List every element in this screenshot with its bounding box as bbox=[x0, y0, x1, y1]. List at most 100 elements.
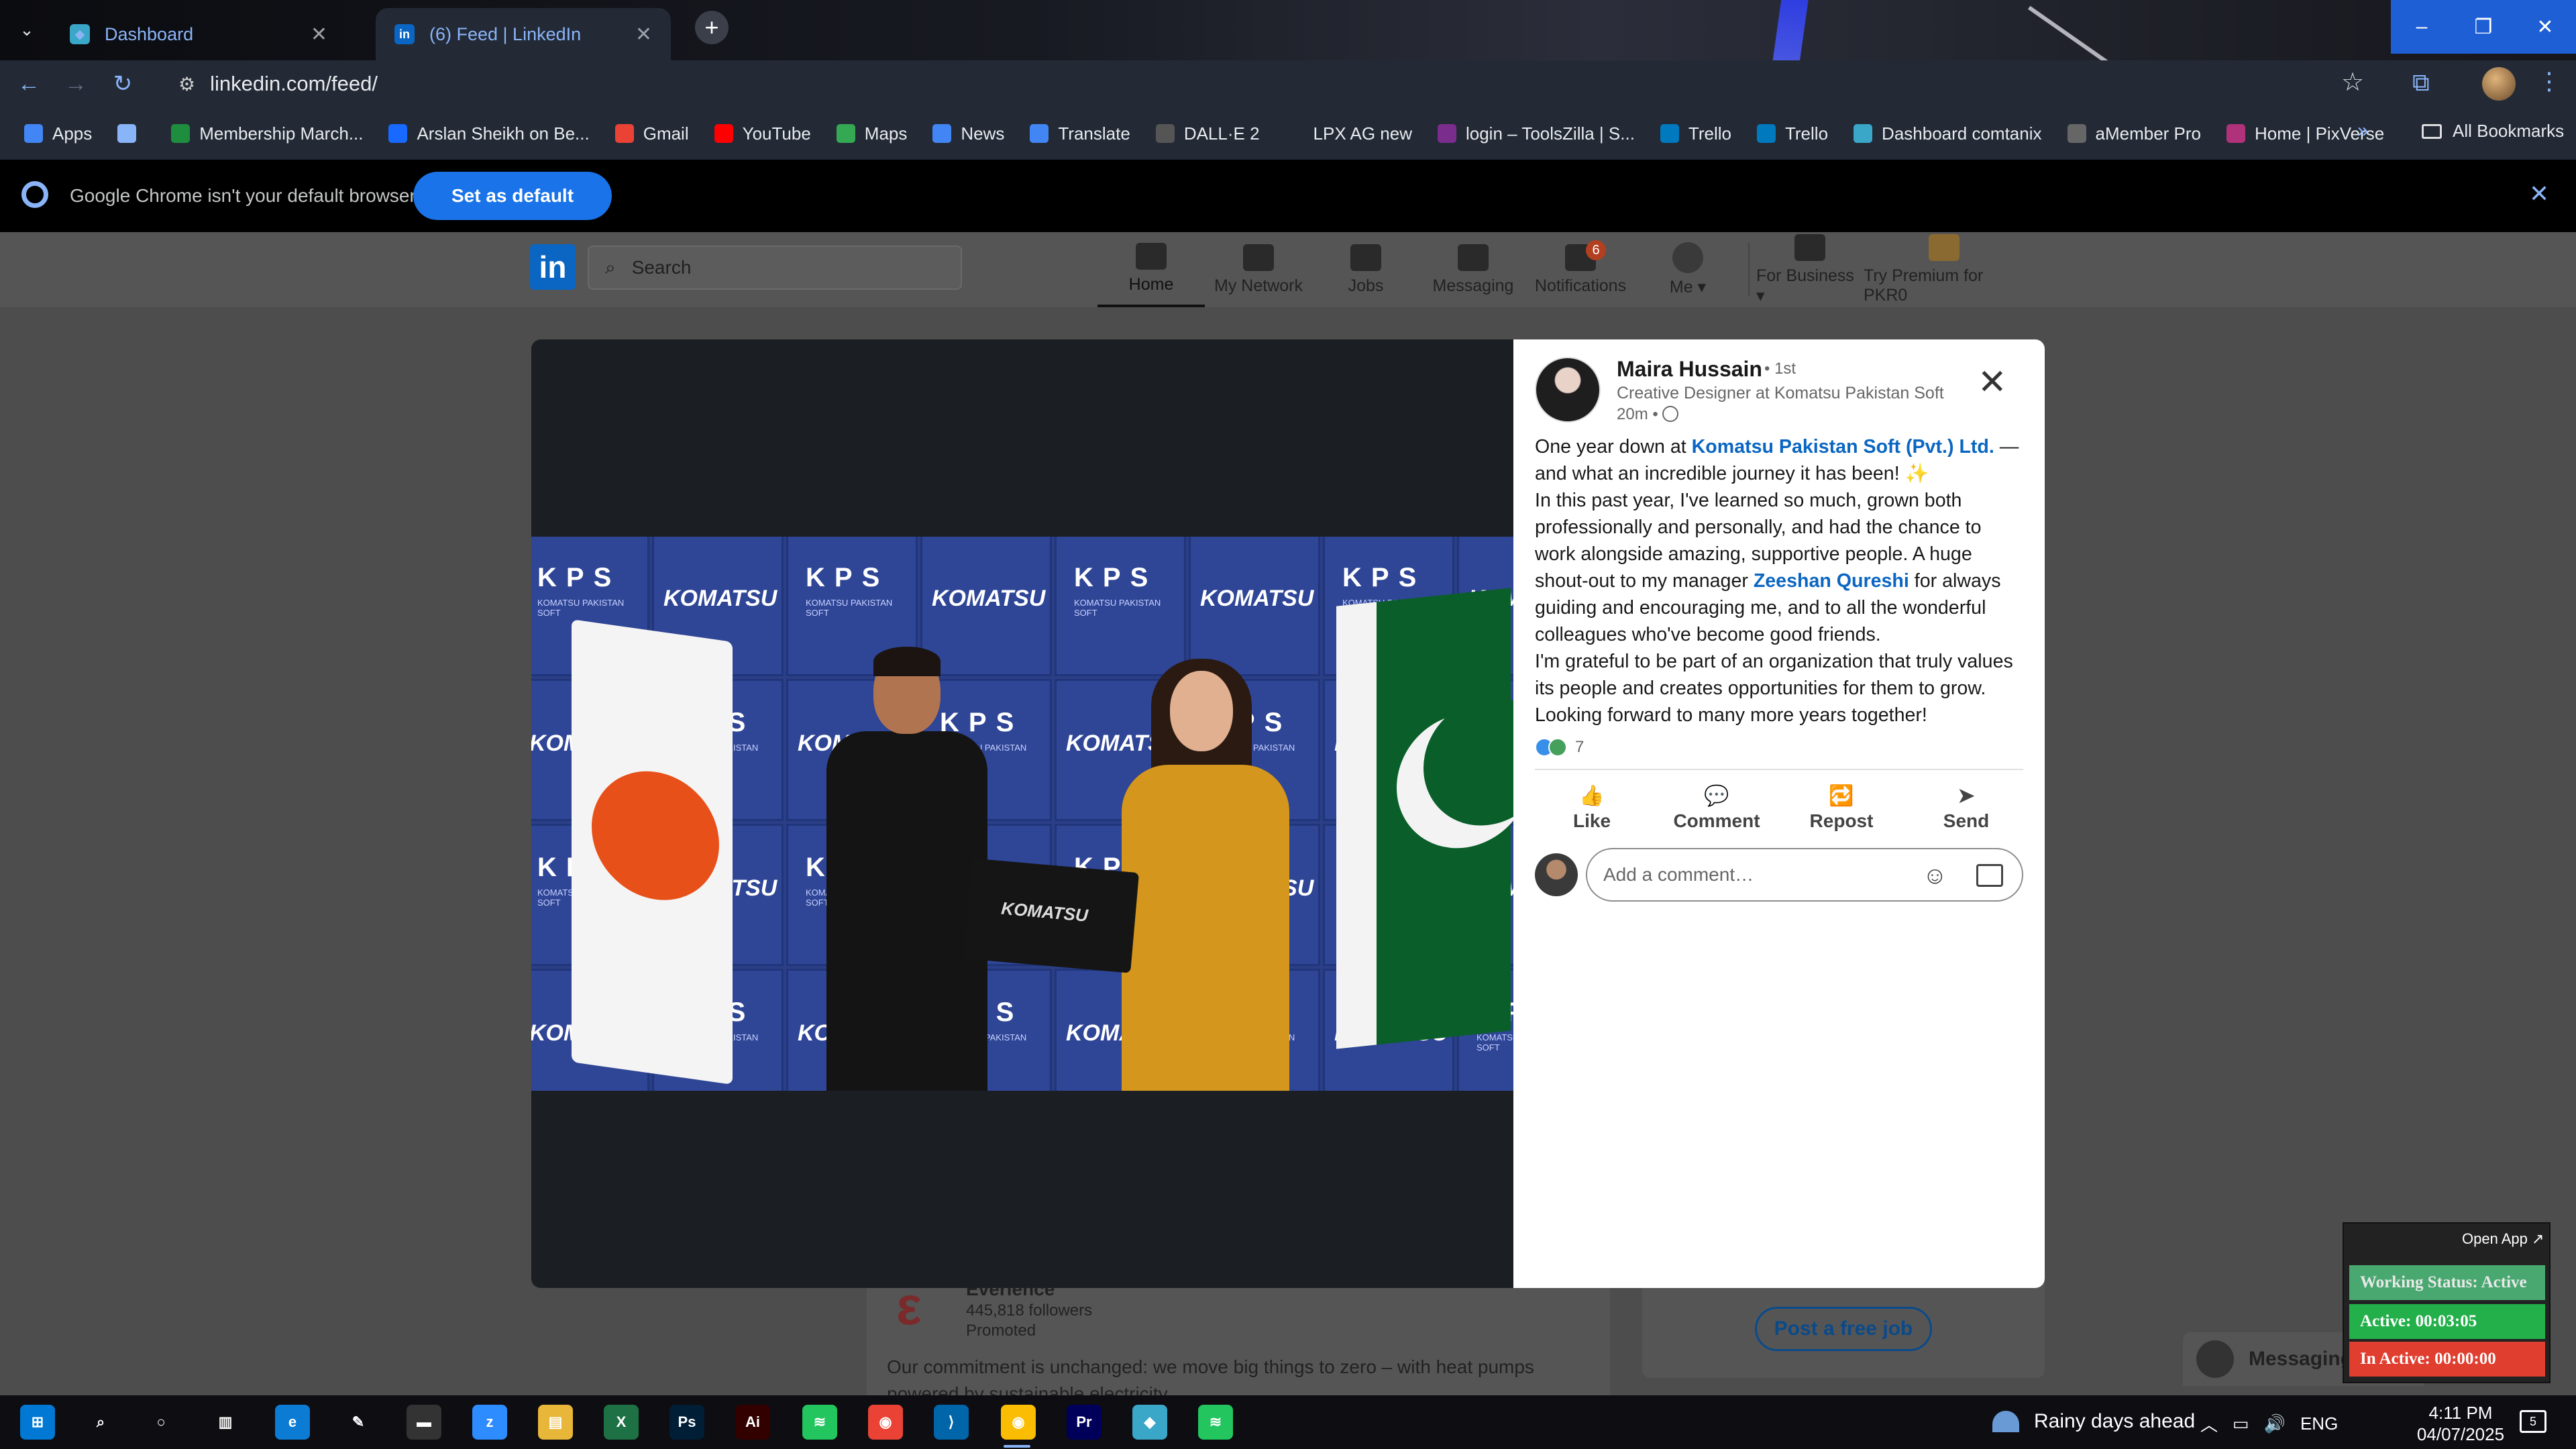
new-tab-button[interactable]: + bbox=[695, 11, 729, 44]
menu-icon[interactable]: ⋮ bbox=[2537, 67, 2561, 95]
bookmark-item[interactable]: Membership March... bbox=[171, 123, 363, 144]
all-bookmarks-button[interactable]: All Bookmarks bbox=[2422, 121, 2564, 142]
tab-strip: ⌄ ◆ Dashboard ✕ in (6) Feed | LinkedIn ✕… bbox=[0, 0, 2576, 60]
linkedin-logo[interactable]: in bbox=[530, 244, 576, 290]
image-icon[interactable] bbox=[1976, 864, 2003, 887]
zoom-icon[interactable]: z bbox=[472, 1405, 507, 1440]
premiere-icon[interactable]: Pr bbox=[1067, 1405, 1102, 1440]
tab-close-icon[interactable]: ✕ bbox=[311, 23, 327, 46]
action-label: Send bbox=[1943, 810, 1990, 831]
bookmark-item[interactable] bbox=[117, 124, 146, 143]
nav-item-premium[interactable]: Try Premium for PKR0 bbox=[1864, 232, 2025, 307]
chrome-icon[interactable]: ◉ bbox=[868, 1405, 903, 1440]
bookmark-item[interactable]: LPX AG new bbox=[1285, 123, 1412, 144]
open-app-link[interactable]: Open App ↗ bbox=[2462, 1230, 2544, 1248]
extensions-icon[interactable]: ⧉ bbox=[2412, 68, 2430, 97]
bookmark-item[interactable]: Arslan Sheikh on Be... bbox=[388, 123, 590, 144]
nav-item-jobs[interactable]: Jobs bbox=[1312, 232, 1419, 307]
bookmark-item[interactable]: YouTube bbox=[714, 123, 811, 144]
set-as-default-button[interactable]: Set as default bbox=[413, 172, 612, 220]
terminal-icon[interactable]: ▬ bbox=[407, 1405, 441, 1440]
tab-dashboard[interactable]: ◆ Dashboard ✕ bbox=[51, 8, 346, 60]
bookmark-item[interactable]: Gmail bbox=[614, 123, 689, 144]
forward-icon[interactable]: → bbox=[52, 60, 99, 107]
chrome-active-icon[interactable]: ◉ bbox=[1001, 1405, 1036, 1440]
volume-icon[interactable]: 🔊 bbox=[2264, 1413, 2286, 1434]
file-explorer-icon[interactable]: ▤ bbox=[538, 1405, 573, 1440]
bookmark-item[interactable]: login – ToolsZilla | S... bbox=[1437, 123, 1635, 144]
infobar-close-icon[interactable]: ✕ bbox=[2529, 180, 2549, 208]
repost-button[interactable]: 🔁 Repost bbox=[1784, 780, 1898, 836]
nav-item-grid[interactable]: For Business ▾ bbox=[1756, 232, 1864, 307]
cortana-icon[interactable]: ○ bbox=[144, 1405, 178, 1440]
windows-start-icon[interactable]: ⊞ bbox=[20, 1405, 55, 1440]
emoji-icon[interactable]: ☺ bbox=[1923, 861, 1947, 890]
everlence-logo: ε bbox=[896, 1276, 922, 1336]
bookmark-item[interactable]: Trello bbox=[1660, 123, 1731, 144]
pen-icon[interactable]: ✎ bbox=[341, 1405, 376, 1440]
author-name[interactable]: Maira Hussain bbox=[1617, 357, 1762, 382]
vscode-icon[interactable]: ⟩ bbox=[934, 1405, 969, 1440]
illustrator-icon[interactable]: Ai bbox=[735, 1405, 770, 1440]
nav-item-network[interactable]: My Network bbox=[1205, 232, 1312, 307]
profile-avatar[interactable] bbox=[2482, 67, 2516, 101]
language-indicator[interactable]: ENG bbox=[2300, 1413, 2338, 1434]
weather-widget[interactable]: Rainy days ahead bbox=[1992, 1410, 2195, 1433]
nav-item-messaging[interactable]: Messaging bbox=[1419, 232, 1527, 307]
photoshop-icon[interactable]: Ps bbox=[669, 1405, 704, 1440]
company-mention-link[interactable]: Komatsu Pakistan Soft (Pvt.) Ltd. bbox=[1692, 436, 1994, 458]
comment-input[interactable]: Add a comment… ☺ bbox=[1586, 848, 2023, 902]
bookmark-item[interactable]: Dashboard comtanix bbox=[1854, 123, 2042, 144]
restore-icon[interactable]: ❐ bbox=[2453, 0, 2514, 54]
manager-mention-link[interactable]: Zeeshan Qureshi bbox=[1754, 570, 1909, 592]
bookmark-item[interactable]: Apps bbox=[24, 123, 92, 144]
bookmark-item[interactable]: aMember Pro bbox=[2067, 123, 2201, 144]
nav-item-home[interactable]: Home bbox=[1097, 232, 1205, 307]
reactions-summary[interactable]: 7 bbox=[1535, 738, 1584, 757]
tab-linkedin[interactable]: in (6) Feed | LinkedIn ✕ bbox=[376, 8, 671, 60]
premium-icon bbox=[1929, 234, 1960, 261]
address-bar[interactable]: ⚙ linkedin.com/feed/ bbox=[164, 64, 2377, 103]
app-green-icon[interactable]: ≋ bbox=[802, 1405, 837, 1440]
bookmark-item[interactable]: Translate bbox=[1030, 123, 1130, 144]
maps-icon bbox=[836, 124, 855, 143]
edge-icon[interactable]: e bbox=[275, 1405, 310, 1440]
nav-item-bell[interactable]: Notifications 6 bbox=[1527, 232, 1634, 307]
tab-close-icon[interactable]: ✕ bbox=[635, 23, 652, 46]
weather-text: Rainy days ahead bbox=[2034, 1410, 2196, 1432]
app-green2-icon[interactable]: ≋ bbox=[1198, 1405, 1233, 1440]
notification-center-icon[interactable]: 5 bbox=[2520, 1410, 2546, 1433]
gmail-icon bbox=[614, 124, 634, 143]
bookmark-item[interactable]: Trello bbox=[1756, 123, 1828, 144]
post-free-job-button[interactable]: Post a free job bbox=[1755, 1307, 1932, 1351]
nav-item-avatar[interactable]: Me ▾ bbox=[1634, 232, 1741, 307]
bookmark-star-icon[interactable]: ☆ bbox=[2341, 67, 2364, 97]
woman-head bbox=[1170, 671, 1233, 751]
author-avatar[interactable] bbox=[1535, 357, 1601, 423]
bookmark-item[interactable]: Maps bbox=[836, 123, 907, 144]
linkedin-search-input[interactable]: ⌕ Search bbox=[588, 246, 962, 290]
tab-search-icon[interactable]: ⌄ bbox=[12, 15, 42, 44]
back-icon[interactable]: ← bbox=[5, 60, 52, 107]
default-browser-infobar: Google Chrome isn't your default browser… bbox=[0, 160, 2576, 232]
minimize-icon[interactable]: – bbox=[2391, 0, 2453, 54]
tracker-icon[interactable]: ◆ bbox=[1132, 1405, 1167, 1440]
tray-chevron-icon[interactable]: ︿ bbox=[2200, 1411, 2218, 1436]
reload-icon[interactable]: ↻ bbox=[99, 60, 146, 107]
close-window-icon[interactable]: ✕ bbox=[2514, 0, 2576, 54]
site-info-icon[interactable]: ⚙ bbox=[178, 73, 195, 95]
bookmark-item[interactable]: DALL·E 2 bbox=[1155, 123, 1260, 144]
more-bookmarks-icon[interactable]: » bbox=[2357, 119, 2369, 142]
close-modal-icon[interactable]: ✕ bbox=[1978, 365, 2007, 400]
send-button[interactable]: ➤ Send bbox=[1909, 780, 2023, 836]
wallpaper-streak bbox=[2027, 5, 2163, 60]
network-icon[interactable]: ▭ bbox=[2233, 1413, 2249, 1434]
like-button[interactable]: 👍 Like bbox=[1535, 780, 1649, 836]
search-icon[interactable]: ⌕ bbox=[83, 1405, 118, 1440]
excel-icon[interactable]: X bbox=[604, 1405, 639, 1440]
bookmark-item[interactable]: News bbox=[932, 123, 1004, 144]
task-view-icon[interactable]: ▥ bbox=[208, 1405, 243, 1440]
dashboard-favicon-icon: ◆ bbox=[70, 24, 90, 44]
clock[interactable]: 4:11 PM 04/07/2025 bbox=[2414, 1402, 2508, 1445]
comment-button[interactable]: 💬 Comment bbox=[1660, 780, 1774, 836]
